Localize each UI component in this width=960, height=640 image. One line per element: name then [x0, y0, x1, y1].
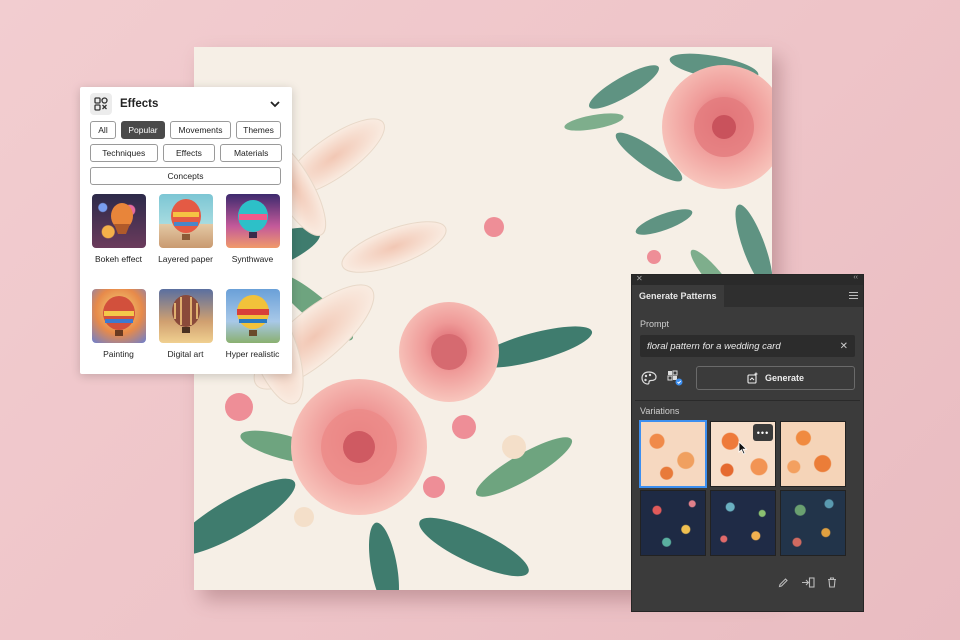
filter-themes[interactable]: Themes: [236, 121, 281, 139]
style-label: Layered paper: [158, 254, 213, 264]
panel-tabbar: Generate Patterns: [632, 285, 863, 307]
style-label: Hyper realistic: [225, 349, 280, 359]
variation-5[interactable]: [710, 490, 776, 556]
variations-label: Variations: [640, 406, 680, 416]
style-option-synthwave[interactable]: Synthwave: [225, 194, 280, 289]
style-thumbnail: [91, 289, 146, 343]
effects-panel-title: Effects: [120, 98, 159, 110]
palette-icon[interactable]: [640, 369, 658, 387]
filter-all[interactable]: All: [90, 121, 116, 139]
apply-icon[interactable]: [801, 575, 815, 593]
style-option-bokeh[interactable]: Bokeh effect: [91, 194, 146, 289]
style-thumbnail: [91, 194, 146, 248]
effects-grid-icon: [90, 93, 112, 115]
effects-panel-header[interactable]: Effects: [90, 87, 282, 121]
style-label: Digital art: [167, 349, 204, 359]
style-option-painting[interactable]: Painting: [91, 289, 146, 384]
filter-movements[interactable]: Movements: [170, 121, 231, 139]
generate-button[interactable]: Generate: [696, 366, 855, 390]
collapse-panel-icon[interactable]: ‹‹: [853, 274, 858, 281]
chevron-down-icon[interactable]: [268, 97, 282, 111]
style-option-layered-paper[interactable]: Layered paper: [158, 194, 213, 289]
pencil-icon[interactable]: [778, 575, 789, 593]
prompt-label: Prompt: [640, 319, 670, 329]
style-thumbnail: [225, 289, 280, 343]
style-label: Bokeh effect: [94, 254, 143, 264]
variation-4[interactable]: [640, 490, 706, 556]
style-thumbnail: [225, 194, 280, 248]
close-icon[interactable]: ✕: [636, 274, 643, 283]
style-option-hyper-realistic[interactable]: Hyper realistic: [225, 289, 280, 384]
prompt-input[interactable]: [647, 340, 840, 352]
close-icon[interactable]: ✕: [840, 341, 848, 352]
menu-icon[interactable]: [849, 292, 858, 301]
variation-3[interactable]: [780, 421, 846, 487]
filter-popular[interactable]: Popular: [121, 121, 165, 139]
style-label: Painting: [103, 349, 134, 359]
filter-concepts[interactable]: Concepts: [90, 167, 281, 185]
filter-techniques[interactable]: Techniques: [90, 144, 158, 162]
variations-section: Variations •••: [635, 400, 860, 556]
tab-generate-patterns[interactable]: Generate Patterns: [632, 285, 724, 307]
pattern-options-icon[interactable]: [666, 369, 684, 387]
variation-1[interactable]: [639, 420, 707, 488]
prompt-field: ✕: [640, 335, 855, 357]
trash-icon[interactable]: [827, 575, 837, 593]
variation-6[interactable]: [780, 490, 846, 556]
more-options-button[interactable]: •••: [753, 424, 773, 441]
style-thumbnail: [158, 194, 213, 248]
filter-effects[interactable]: Effects: [162, 144, 216, 162]
style-option-digital-art[interactable]: Digital art: [158, 289, 213, 384]
generate-icon: [747, 372, 758, 384]
mouse-cursor-icon: [738, 441, 748, 455]
effects-panel: Effects All Popular Movements Themes Tec…: [80, 87, 292, 374]
style-thumbnail: [158, 289, 213, 343]
generate-label: Generate: [764, 373, 805, 383]
filter-materials[interactable]: Materials: [220, 144, 282, 162]
panel-titlebar: ✕ ‹‹: [632, 274, 863, 285]
style-label: Synthwave: [231, 254, 274, 264]
